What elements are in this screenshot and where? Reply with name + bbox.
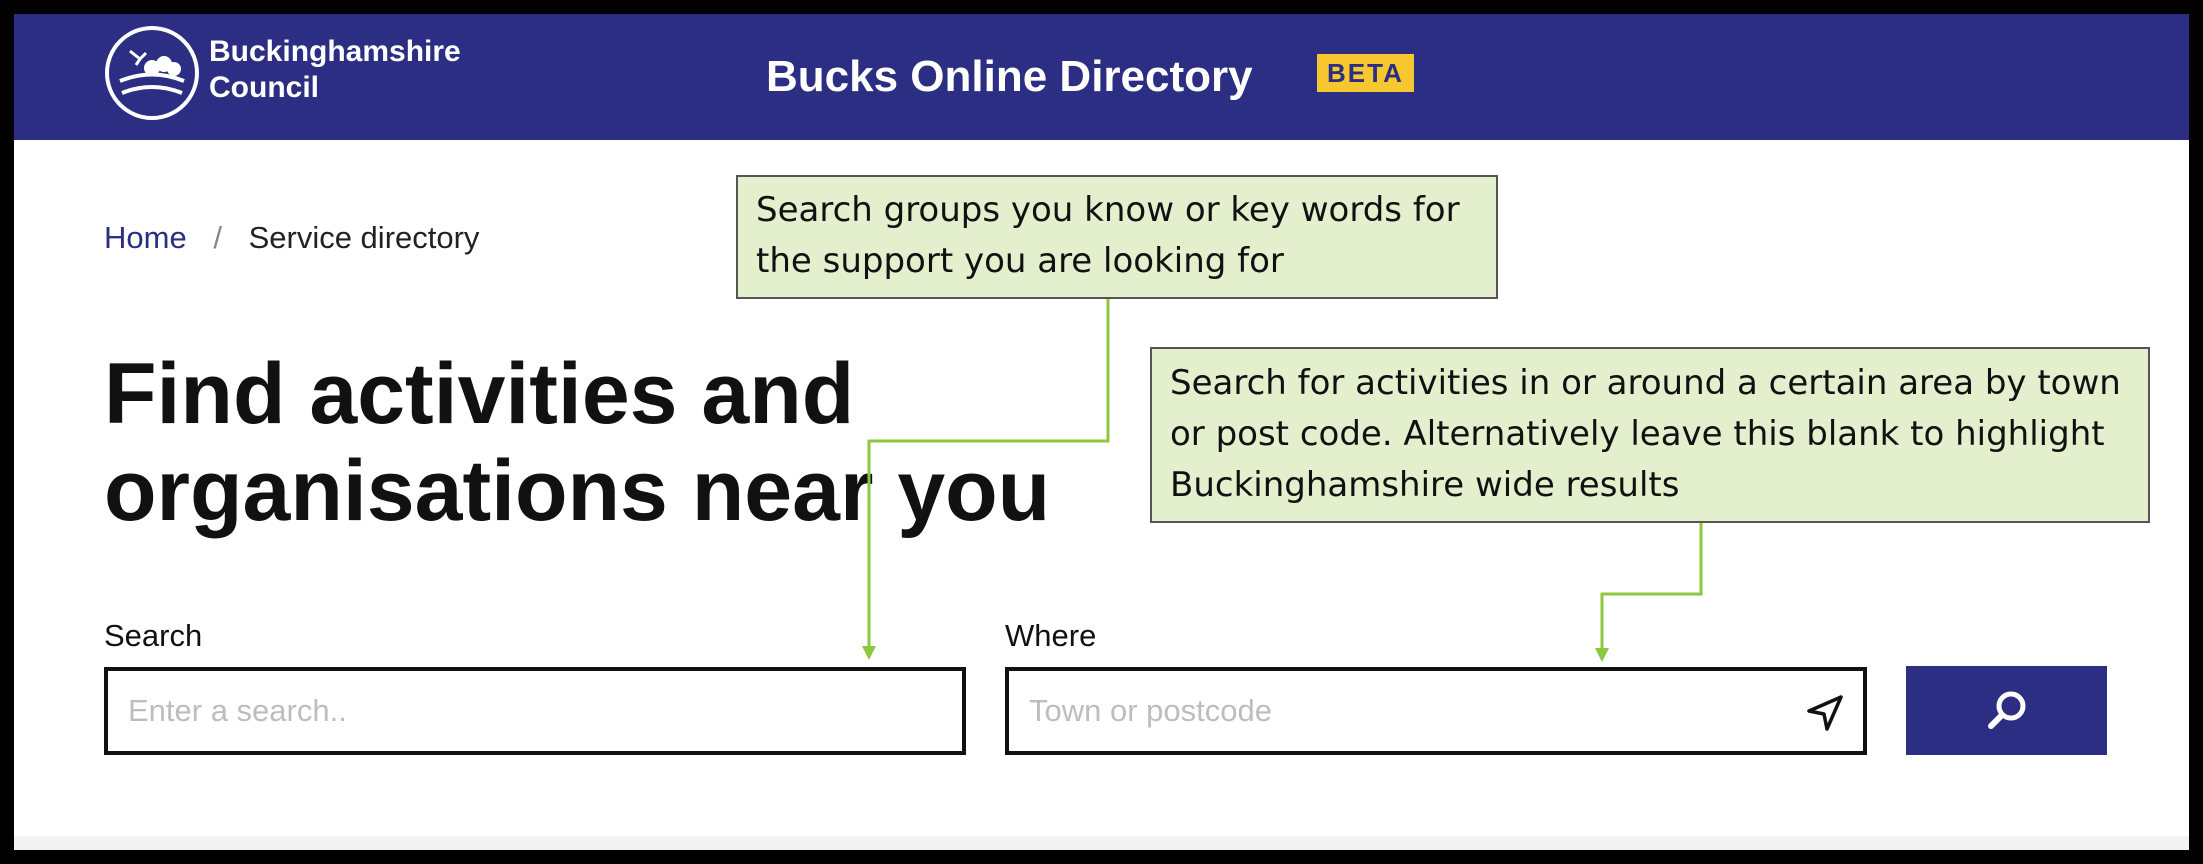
where-callout-line3: Buckinghamshire wide results	[1170, 465, 1680, 505]
where-label: Where	[1005, 618, 1097, 653]
council-name-line1: Buckinghamshire	[209, 35, 461, 68]
search-callout: Search groups you know or key words for …	[736, 175, 1498, 299]
where-callout-arrowhead	[1595, 648, 1609, 662]
where-input[interactable]	[1009, 671, 1863, 751]
site-header: Buckinghamshire Council Bucks Online Dir…	[14, 14, 2189, 140]
navigation-arrow-icon[interactable]	[1803, 691, 1847, 735]
search-input[interactable]	[108, 671, 962, 751]
where-callout-line2: or post code. Alternatively leave this b…	[1170, 414, 2105, 454]
breadcrumb-separator: /	[213, 220, 222, 255]
breadcrumb-home-link[interactable]: Home	[104, 220, 187, 255]
breadcrumb-current: Service directory	[248, 220, 480, 255]
search-callout-arrowhead	[862, 646, 876, 660]
breadcrumb: Home / Service directory	[104, 219, 479, 257]
content-footer-strip	[14, 836, 2189, 850]
where-callout-connector	[1600, 523, 1703, 650]
where-callout: Search for activities in or around a cer…	[1150, 347, 2150, 523]
where-field[interactable]	[1005, 667, 1867, 755]
page-title: Find activities and organisations near y…	[104, 346, 1050, 540]
page-title-line2: organisations near you	[104, 443, 1051, 539]
search-field[interactable]	[104, 667, 966, 755]
search-callout-line2: the support you are looking for	[756, 241, 1284, 281]
council-logo[interactable]	[102, 23, 202, 123]
search-callout-line1: Search groups you know or key words for	[756, 190, 1460, 230]
site-title[interactable]: Bucks Online Directory	[766, 50, 1253, 104]
council-name: Buckinghamshire Council	[209, 34, 461, 106]
search-submit-button[interactable]	[1906, 666, 2107, 755]
beta-badge: BETA	[1317, 54, 1414, 92]
council-name-line2: Council	[209, 71, 319, 104]
search-icon	[1988, 691, 2026, 729]
search-label: Search	[104, 618, 203, 653]
page-title-line1: Find activities and	[104, 346, 855, 442]
where-callout-line1: Search for activities in or around a cer…	[1170, 363, 2121, 403]
